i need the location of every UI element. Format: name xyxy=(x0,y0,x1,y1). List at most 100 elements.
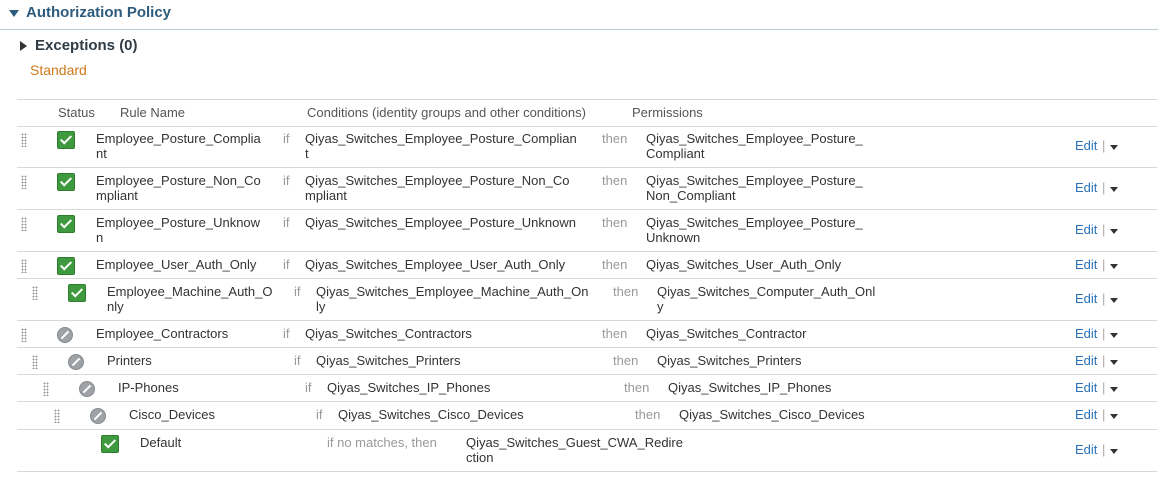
edit-link[interactable]: Edit xyxy=(1075,222,1097,237)
drag-handle-icon[interactable] xyxy=(32,286,38,300)
rule-row: Cisco_Devices if Qiyas_Switches_Cisco_Devi… xyxy=(17,401,1157,430)
enabled-status-icon[interactable] xyxy=(101,435,119,453)
chevron-down-icon[interactable] xyxy=(1110,414,1118,419)
table-header: Status Rule Name Conditions (identity gr… xyxy=(17,99,1157,127)
edit-link[interactable]: Edit xyxy=(1075,353,1097,368)
rule-name: Cisco_Devices xyxy=(129,407,215,422)
edit-link[interactable]: Edit xyxy=(1075,138,1097,153)
column-conditions: Conditions (identity groups and other co… xyxy=(307,105,586,120)
action-separator: | xyxy=(1102,180,1106,195)
permission-value: Qiyas_Switches_Employee_Posture_ Unknown xyxy=(646,215,863,245)
action-separator: | xyxy=(1102,353,1106,368)
if-keyword: if xyxy=(305,380,312,395)
then-keyword: then xyxy=(624,380,650,395)
permission-value: Qiyas_Switches_Computer_Auth_Onl y xyxy=(657,284,876,314)
enabled-status-icon[interactable] xyxy=(57,257,75,275)
rule-name: Employee_User_Auth_Only xyxy=(96,257,257,272)
chevron-down-icon[interactable] xyxy=(1110,387,1118,392)
rule-name: IP-Phones xyxy=(118,380,179,395)
enabled-status-icon[interactable] xyxy=(68,284,86,302)
rule-name: Printers xyxy=(107,353,152,368)
rule-row: Printers if Qiyas_Switches_Printers then Qiy… xyxy=(17,347,1157,375)
rule-row: IP-Phones if Qiyas_Switches_IP_Phones then Q… xyxy=(17,374,1157,402)
rule-name: Employee_Machine_Auth_O nly xyxy=(107,284,273,314)
condition-value: Qiyas_Switches_Employee_Posture_Non_Co m… xyxy=(305,173,570,203)
enabled-status-icon[interactable] xyxy=(57,215,75,233)
chevron-down-icon[interactable] xyxy=(1110,449,1118,454)
if-keyword: if xyxy=(283,326,290,341)
then-keyword: then xyxy=(602,257,628,272)
then-keyword: then xyxy=(602,326,628,341)
exceptions-label[interactable]: Exceptions (0) xyxy=(35,37,138,54)
rule-name: Employee_Posture_Non_Co mpliant xyxy=(96,173,261,203)
condition-value: Qiyas_Switches_Employee_Posture_Unknown xyxy=(305,215,576,230)
if-keyword: if xyxy=(283,173,290,188)
action-separator: | xyxy=(1102,326,1106,341)
if-keyword: if xyxy=(294,353,301,368)
action-separator: | xyxy=(1102,291,1106,306)
default-rule-row: Default if no matches, then Qiyas_Switches… xyxy=(17,429,1157,472)
rule-name: Employee_Contractors xyxy=(96,326,229,341)
if-keyword: if xyxy=(283,131,290,146)
rule-row: Employee_Posture_Non_Co mpliant if Qiyas_S… xyxy=(17,167,1157,210)
rule-row: Employee_Posture_Unknow n if Qiyas_Switche… xyxy=(17,209,1157,252)
rule-name: Employee_Posture_Complia nt xyxy=(96,131,261,161)
if-keyword: if xyxy=(316,407,323,422)
drag-handle-icon[interactable] xyxy=(21,175,27,189)
then-keyword: then xyxy=(613,284,639,299)
chevron-down-icon[interactable] xyxy=(1110,298,1118,303)
authorization-policy-header[interactable]: Authorization Policy xyxy=(0,0,1158,30)
enabled-status-icon[interactable] xyxy=(57,131,75,149)
permission-value: Qiyas_Switches_User_Auth_Only xyxy=(646,257,842,272)
edit-link[interactable]: Edit xyxy=(1075,326,1097,341)
section-title: Authorization Policy xyxy=(26,4,172,21)
then-keyword: then xyxy=(602,131,628,146)
edit-link[interactable]: Edit xyxy=(1075,407,1097,422)
then-keyword: then xyxy=(613,353,639,368)
edit-link[interactable]: Edit xyxy=(1075,380,1097,395)
chevron-down-icon[interactable] xyxy=(1110,264,1118,269)
chevron-down-icon[interactable] xyxy=(1110,360,1118,365)
drag-handle-icon[interactable] xyxy=(21,217,27,231)
action-separator: | xyxy=(1102,222,1106,237)
rule-row: Employee_Contractors if Qiyas_Switches_Con… xyxy=(17,320,1157,348)
disabled-status-icon[interactable] xyxy=(90,408,106,424)
edit-link[interactable]: Edit xyxy=(1075,291,1097,306)
condition-value: Qiyas_Switches_Contractors xyxy=(305,326,472,341)
permission-value: Qiyas_Switches_IP_Phones xyxy=(668,380,832,395)
rule-row: Employee_User_Auth_Only if Qiyas_Switches_… xyxy=(17,251,1157,279)
action-separator: | xyxy=(1102,407,1106,422)
drag-handle-icon[interactable] xyxy=(54,409,60,423)
if-keyword: if xyxy=(294,284,301,299)
chevron-down-icon[interactable] xyxy=(1110,229,1118,234)
chevron-down-icon[interactable] xyxy=(1110,333,1118,338)
chevron-down-icon[interactable] xyxy=(1110,145,1118,150)
expand-triangle-icon[interactable] xyxy=(20,41,27,51)
edit-link[interactable]: Edit xyxy=(1075,257,1097,272)
collapse-triangle-icon[interactable] xyxy=(9,10,19,17)
edit-link[interactable]: Edit xyxy=(1075,180,1097,195)
rule-name: Employee_Posture_Unknow n xyxy=(96,215,261,245)
condition-value: Qiyas_Switches_Employee_User_Auth_Only xyxy=(305,257,566,272)
permission-value: Qiyas_Switches_Cisco_Devices xyxy=(679,407,865,422)
permission-value: Qiyas_Switches_Contractor xyxy=(646,326,807,341)
chevron-down-icon[interactable] xyxy=(1110,187,1118,192)
if-keyword: if xyxy=(283,215,290,230)
enabled-status-icon[interactable] xyxy=(57,173,75,191)
drag-handle-icon[interactable] xyxy=(21,328,27,342)
if-no-matches-keyword: if no matches, then xyxy=(327,435,437,450)
condition-value: Qiyas_Switches_Employee_Machine_Auth_On … xyxy=(316,284,589,314)
condition-value: Qiyas_Switches_Employee_Posture_Complian… xyxy=(305,131,577,161)
drag-handle-icon[interactable] xyxy=(21,133,27,147)
disabled-status-icon[interactable] xyxy=(57,327,73,343)
disabled-status-icon[interactable] xyxy=(68,354,84,370)
condition-value: Qiyas_Switches_Printers xyxy=(316,353,461,368)
action-separator: | xyxy=(1102,380,1106,395)
drag-handle-icon[interactable] xyxy=(21,259,27,273)
drag-handle-icon[interactable] xyxy=(32,355,38,369)
disabled-status-icon[interactable] xyxy=(79,381,95,397)
edit-link[interactable]: Edit xyxy=(1075,442,1097,457)
drag-handle-icon[interactable] xyxy=(43,382,49,396)
permission-value: Qiyas_Switches_Guest_CWA_Redire ction xyxy=(466,435,683,465)
action-separator: | xyxy=(1102,442,1106,457)
